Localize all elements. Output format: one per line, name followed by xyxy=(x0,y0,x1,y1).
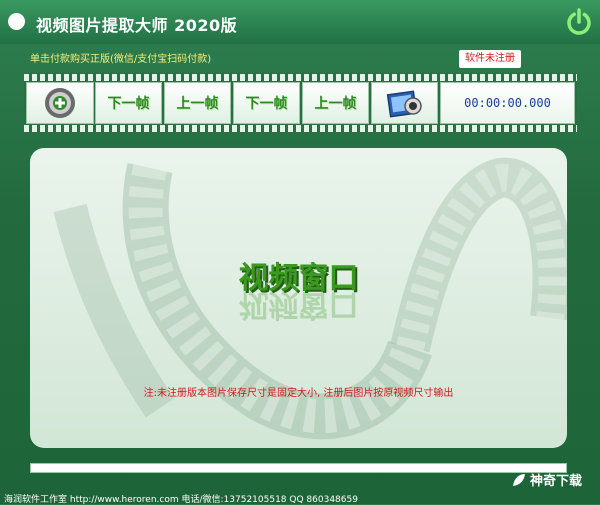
unregistered-note: 注:未注册版本图片保存尺寸是固定大小, 注册后图片按原视频尺寸输出 xyxy=(143,388,454,399)
prev-frame-label-2: 上一帧 xyxy=(314,96,357,112)
site-logo: 神奇下载 xyxy=(512,470,582,489)
open-video-button[interactable] xyxy=(26,82,94,124)
prev-frame-label: 上一帧 xyxy=(176,96,219,112)
window-title: 视频图片提取大师 2020版 xyxy=(36,16,238,35)
capture-image-button[interactable] xyxy=(371,82,438,124)
app-window: 视频图片提取大师 2020版 单击付款购买正版(微信/支付宝扫码付款) 软件未注… xyxy=(0,0,600,505)
add-film-icon xyxy=(45,88,75,118)
video-placeholder-reflection: 视频窗口 xyxy=(238,287,359,322)
next-frame-label-2: 下一帧 xyxy=(245,96,288,112)
prev-frame-button[interactable]: 上一帧 xyxy=(164,82,231,124)
timecode-display: 00:00:00.000 xyxy=(440,82,575,124)
power-icon[interactable] xyxy=(563,6,595,38)
next-frame-button[interactable]: 下一帧 xyxy=(95,82,162,124)
prev-frame-button-2[interactable]: 上一帧 xyxy=(302,82,369,124)
app-icon xyxy=(8,13,25,30)
buy-link[interactable]: 单击付款购买正版(微信/支付宝扫码付款) xyxy=(30,50,211,65)
progress-slider[interactable] xyxy=(30,463,567,473)
leaf-icon xyxy=(513,473,525,486)
footer-status: 海润软件工作室 http://www.heroren.com 电话/微信:137… xyxy=(4,495,358,505)
film-perforations-top xyxy=(24,74,577,81)
film-perforations-bottom xyxy=(24,125,577,132)
next-frame-label: 下一帧 xyxy=(107,96,150,112)
film-toolbar: 下一帧 上一帧 下一帧 上一帧 00:00:00.000 xyxy=(24,73,577,133)
video-window[interactable]: 视频窗口 视频窗口 注:未注册版本图片保存尺寸是固定大小, 注册后图片按原视频尺… xyxy=(30,148,567,448)
logo-text: 神奇下载 xyxy=(530,474,583,489)
title-bar: 视频图片提取大师 2020版 xyxy=(0,0,600,44)
next-frame-button-2[interactable]: 下一帧 xyxy=(233,82,300,124)
photo-capture-icon xyxy=(386,90,422,118)
register-status-badge[interactable]: 软件未注册 xyxy=(459,50,521,68)
